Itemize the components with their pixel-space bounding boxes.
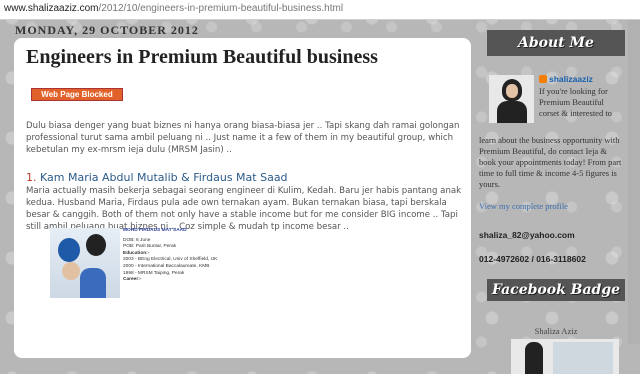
about-me-header: About Me	[487, 30, 625, 56]
facebook-name[interactable]: Shaliza Aziz	[487, 326, 625, 336]
web-page-blocked-badge: Web Page Blocked	[31, 88, 123, 101]
person-figure	[58, 238, 80, 262]
blogger-icon	[539, 75, 547, 83]
url-path: /2012/10/engineers-in-premium-beautiful-…	[98, 3, 344, 14]
blogger-profile-link[interactable]: shalizaaziz	[539, 74, 593, 85]
card-edu-item: 2000 - International Baccalaureate, KMB	[123, 263, 210, 269]
page-scrollbar[interactable]	[628, 20, 640, 344]
blogger-name: shalizaaziz	[549, 74, 593, 84]
person-figure	[86, 234, 106, 256]
contact-email: shaliza_82@yahoo.com	[479, 230, 575, 240]
section-heading: 1. Kam Maria Abdul Mutalib & Firdaus Mat…	[26, 171, 288, 184]
post-title[interactable]: Engineers in Premium Beautiful business	[26, 46, 378, 69]
facebook-avatar	[525, 342, 543, 374]
profile-card-image: MOHD FIRDAUS MAT SAAD DOB: 6 June POB: P…	[50, 228, 218, 348]
sidebar: About Me shalizaaziz If you're looking f…	[479, 30, 625, 374]
about-text: If you're looking for Premium Beautiful …	[539, 86, 612, 118]
url-host: www.shalizaaziz.com	[4, 3, 99, 14]
facebook-badge-image[interactable]	[511, 339, 619, 374]
facebook-badge-header: Facebook Badge	[487, 279, 625, 301]
card-pob: POB: Parit Buntar, Perak	[123, 244, 177, 250]
card-name: MOHD FIRDAUS MAT SAAD	[123, 228, 187, 233]
section-heading-text: Kam Maria Abdul Mutalib & Firdaus Mat Sa…	[40, 171, 288, 184]
person-figure	[62, 262, 80, 280]
post-paragraph: Maria actually masih bekerja sebagai seo…	[26, 186, 462, 232]
view-profile-link[interactable]: View my complete profile	[479, 201, 568, 212]
family-photo	[50, 228, 120, 298]
contact-phone: 012-4972602 / 016-3118602	[479, 254, 586, 264]
about-text-continued: learn about the business opportunity wit…	[479, 135, 622, 189]
post-date: MONDAY, 29 OCTOBER 2012	[15, 23, 199, 37]
post-paragraph: Dulu biasa denger yang buat biznes ni ha…	[26, 121, 460, 155]
section-number: 1.	[26, 171, 37, 184]
card-edu-item: 2003 - BEng Electrical, Univ of Sheffiel…	[123, 257, 218, 263]
address-bar[interactable]: www.shalizaaziz.com/2012/10/engineers-in…	[0, 0, 640, 20]
facebook-photo	[553, 342, 613, 374]
url-text[interactable]: www.shalizaaziz.com/2012/10/engineers-in…	[4, 3, 343, 14]
card-career-label: Career:-	[123, 277, 142, 283]
avatar[interactable]	[489, 75, 534, 123]
person-figure	[80, 268, 106, 298]
profile-card-text: MOHD FIRDAUS MAT SAAD DOB: 6 June POB: P…	[123, 228, 223, 284]
